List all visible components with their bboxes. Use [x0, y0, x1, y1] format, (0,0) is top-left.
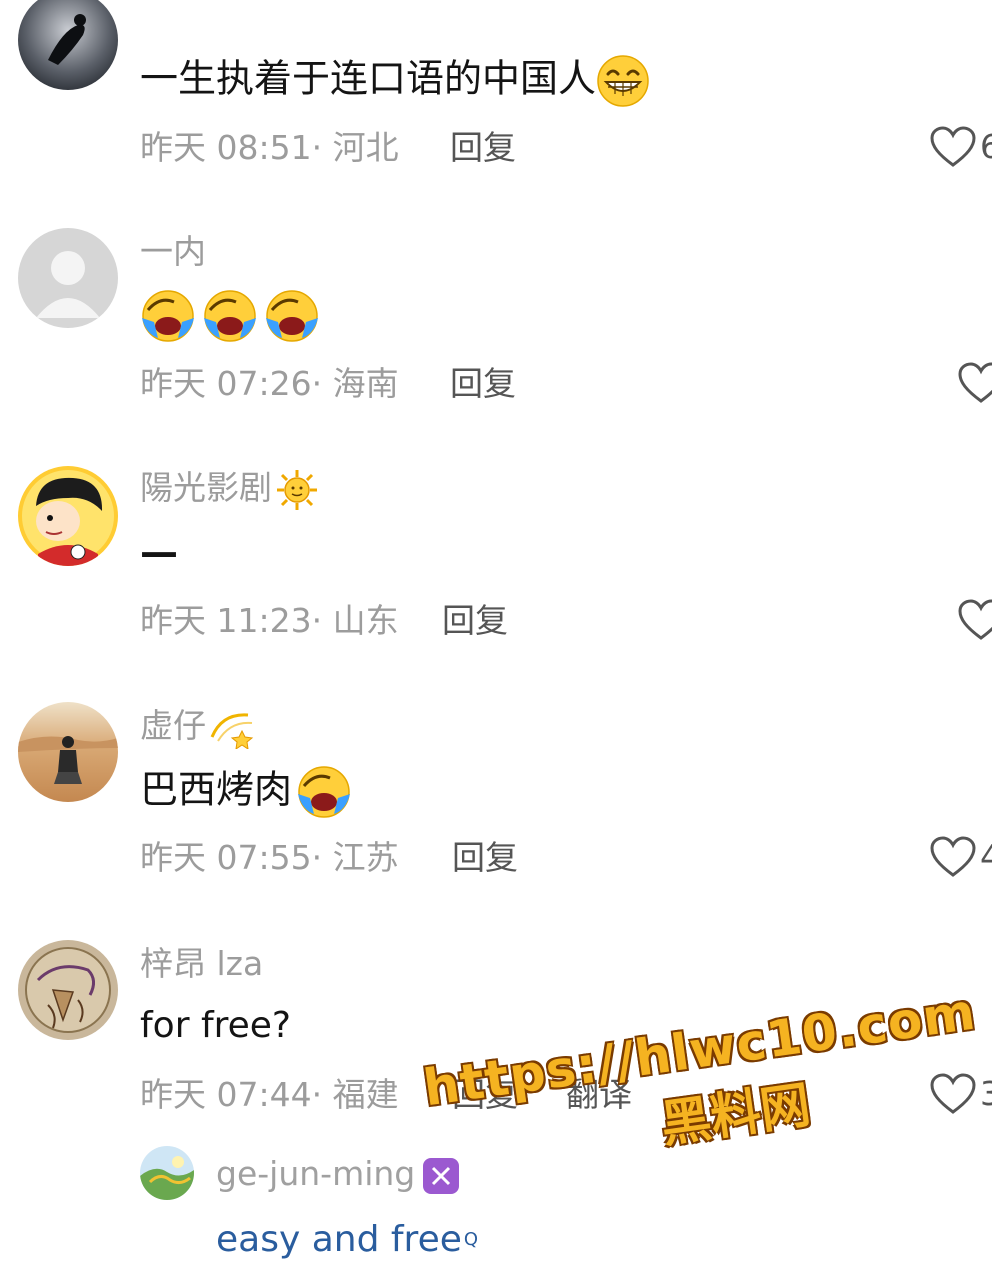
heart-icon [930, 1073, 976, 1114]
comment-username[interactable]: 梓昂 lza [140, 944, 263, 984]
comment-text [140, 288, 320, 344]
comment-time: 昨天 07:44 [140, 1075, 312, 1114]
translate-button[interactable]: 翻译 [566, 1075, 632, 1115]
reply-button[interactable]: 回复 [442, 601, 508, 641]
like-button[interactable]: 6 [930, 126, 992, 168]
like-button[interactable] [958, 362, 992, 404]
like-button[interactable] [958, 599, 992, 641]
avatar[interactable] [18, 940, 118, 1040]
comment-meta: 昨天 08:51· 河北 [140, 128, 399, 168]
comment-username[interactable]: 陽光影剧 [140, 468, 318, 511]
reply-button[interactable]: 回复 [450, 128, 516, 168]
laughing-crying-emoji [140, 288, 196, 344]
heart-icon [958, 362, 992, 403]
grin-emoji [596, 54, 650, 108]
avatar[interactable] [18, 466, 118, 566]
comment-location: 河北 [332, 128, 399, 167]
separator-dot: · [311, 838, 333, 877]
comment-text: for free? [140, 1005, 292, 1046]
comment-time: 昨天 07:26 [140, 364, 312, 403]
heart-icon [930, 836, 976, 877]
comment-location: 山东 [332, 601, 399, 640]
search-icon[interactable]: Q [464, 1229, 478, 1250]
sub-reply-text: easy and free Q [216, 1218, 478, 1262]
comment-username[interactable]: 一内 [140, 232, 206, 272]
reply-button[interactable]: 回复 [452, 1075, 518, 1115]
comment-username-text: 陽光影剧 [140, 468, 272, 507]
comment-username-text: 虚仔 [140, 706, 206, 745]
separator-dot: · [311, 601, 333, 640]
like-count: 4 [980, 837, 992, 876]
comment-list-page: 一生执着于连口语的中国人 昨天 08:51· 河北 回复 6 一内 昨天 07:… [0, 0, 992, 1276]
avatar[interactable] [18, 228, 118, 328]
avatar[interactable] [18, 0, 118, 90]
dizzy-emoji [208, 707, 256, 749]
comment-location: 福建 [332, 1075, 399, 1114]
laughing-crying-emoji [296, 764, 352, 820]
like-button[interactable]: 3 [930, 1073, 992, 1115]
laughing-crying-emoji [202, 288, 258, 344]
sun-face-emoji [276, 469, 318, 511]
like-count: 6 [980, 127, 992, 166]
comment-location: 海南 [332, 364, 399, 403]
reply-button[interactable]: 回复 [452, 838, 518, 878]
sub-reply-username-text: ge-jun-ming [216, 1154, 416, 1193]
comment-text-body: 一生执着于连口语的中国人 [140, 56, 597, 101]
sub-reply-text-body: easy and free [216, 1219, 462, 1260]
comment-text: 一生执着于连口语的中国人 [140, 54, 650, 108]
comment-text: 巴西烤肉 [140, 764, 352, 820]
laughing-crying-emoji [264, 288, 320, 344]
comment-text-body: 巴西烤肉 [140, 767, 293, 812]
comment-username[interactable]: 虚仔 [140, 706, 256, 749]
heart-icon [958, 599, 992, 640]
comment-meta: 昨天 07:55· 江苏 [140, 838, 399, 878]
comment-meta: 昨天 07:44· 福建 [140, 1075, 399, 1115]
sub-reply-username[interactable]: ge-jun-ming [216, 1154, 461, 1196]
heart-icon [930, 126, 976, 167]
sub-reply-avatar[interactable] [140, 1146, 194, 1200]
like-button[interactable]: 4 [930, 836, 992, 878]
separator-dot: · [311, 364, 333, 403]
comment-time: 昨天 08:51 [140, 128, 312, 167]
comment-time: 昨天 07:55 [140, 838, 312, 877]
separator-dot: · [311, 128, 333, 167]
comment-meta: 昨天 11:23· 山东 [140, 601, 399, 641]
purple-badge-emoji [421, 1156, 461, 1196]
comment-location: 江苏 [332, 838, 399, 877]
avatar[interactable] [18, 702, 118, 802]
separator-dot: · [311, 1075, 333, 1114]
reply-button[interactable]: 回复 [450, 364, 516, 404]
like-count: 3 [980, 1074, 992, 1113]
comment-text: — [140, 530, 178, 574]
comment-meta: 昨天 07:26· 海南 [140, 364, 399, 404]
comment-time: 昨天 11:23 [140, 601, 312, 640]
